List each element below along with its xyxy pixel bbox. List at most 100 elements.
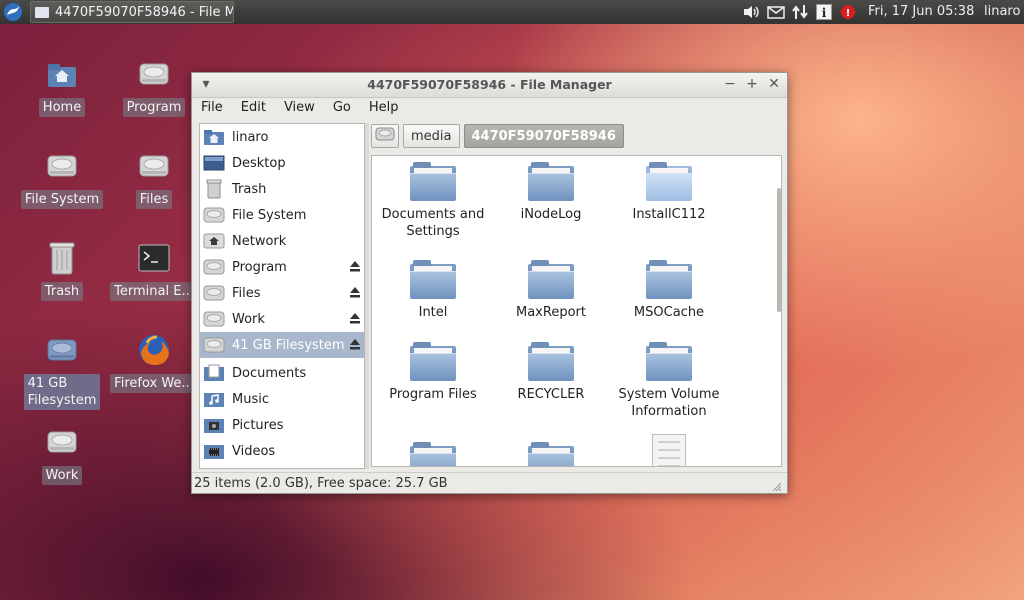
sidebar-item-label: Videos xyxy=(232,443,276,459)
desktop-icon-41gb-filesystem[interactable]: 41 GB Filesystem xyxy=(22,332,102,410)
firefox-icon xyxy=(136,332,172,368)
desktop-icon-label: Terminal E... xyxy=(110,282,198,301)
file-item[interactable] xyxy=(492,442,610,466)
mail-icon[interactable] xyxy=(766,3,786,21)
file-item[interactable] xyxy=(610,434,728,466)
drive-icon xyxy=(136,56,172,92)
pictures-icon xyxy=(202,414,226,436)
menu-view[interactable]: View xyxy=(275,97,324,119)
file-item[interactable]: RECYCLER xyxy=(492,342,610,403)
desktop-icon-home[interactable]: Home xyxy=(22,56,102,117)
update-icon[interactable]: ! xyxy=(838,3,858,21)
sidebar-item-label: Music xyxy=(232,391,269,407)
xfce-menu-icon[interactable] xyxy=(2,2,24,22)
desktop-icon-file-system[interactable]: File System xyxy=(20,148,104,209)
sidebar-item-label: Work xyxy=(232,311,265,327)
sidebar-item-41gb-filesystem[interactable]: 41 GB Filesystem xyxy=(200,332,364,358)
sidebar-item-label: File System xyxy=(232,207,307,223)
drive-icon xyxy=(44,424,80,460)
window-titlebar[interactable]: ▾ 4470F59070F58946 - File Manager − + ✕ xyxy=(192,73,787,98)
file-item-label: RECYCLER xyxy=(517,387,585,402)
sidebar: linaro Desktop Trash File System Network… xyxy=(199,123,365,469)
sidebar-item-documents[interactable]: Documents xyxy=(200,360,364,386)
file-view-scrollbar[interactable] xyxy=(777,188,781,312)
desktop-icon-work[interactable]: Work xyxy=(22,424,102,485)
desktop-icon-program[interactable]: Program xyxy=(114,56,194,117)
home-icon xyxy=(44,56,80,92)
file-item[interactable]: MSOCache xyxy=(610,260,728,321)
path-button-media[interactable]: media xyxy=(403,124,460,148)
videos-icon xyxy=(202,440,226,462)
menu-go[interactable]: Go xyxy=(324,97,360,119)
menu-file[interactable]: File xyxy=(192,97,232,119)
file-view: Documents and Settings iNodeLog InstallC1… xyxy=(371,155,782,467)
desktop-icon-label: Trash xyxy=(40,282,84,301)
window-title: 4470F59070F58946 - File Manager xyxy=(367,77,612,92)
path-button-current[interactable]: 4470F59070F58946 xyxy=(463,124,624,148)
folder-icon xyxy=(410,260,456,299)
drive-icon xyxy=(136,148,172,184)
sidebar-item-linaro[interactable]: linaro xyxy=(200,124,364,150)
sidebar-item-program[interactable]: Program xyxy=(200,254,364,280)
menubar: File Edit View Go Help xyxy=(192,97,787,119)
file-item-label: InstallC112 xyxy=(632,207,706,222)
menu-help[interactable]: Help xyxy=(360,97,408,119)
network-icon[interactable] xyxy=(790,3,810,21)
file-item[interactable]: MaxReport xyxy=(492,260,610,321)
volume-icon[interactable] xyxy=(742,3,762,21)
sidebar-item-network[interactable]: Network xyxy=(200,228,364,254)
maximize-icon[interactable]: + xyxy=(744,76,760,92)
folder-icon xyxy=(410,162,456,201)
sidebar-item-videos[interactable]: Videos xyxy=(200,438,364,464)
minimize-icon[interactable]: − xyxy=(722,76,738,92)
file-item[interactable]: iNodeLog xyxy=(492,162,610,223)
file-item[interactable]: Program Files xyxy=(374,342,492,403)
sidebar-item-label: Files xyxy=(232,285,261,301)
folder-icon xyxy=(528,342,574,381)
desktop-icon-label: File System xyxy=(20,190,104,209)
file-item[interactable]: Intel xyxy=(374,260,492,321)
eject-icon[interactable] xyxy=(349,286,361,300)
drive-icon xyxy=(202,334,226,356)
document-icon xyxy=(652,434,686,466)
file-item[interactable]: System Volume Information xyxy=(610,342,728,420)
desktop-icon-firefox[interactable]: Firefox We... xyxy=(110,332,198,393)
sidebar-item-file-system[interactable]: File System xyxy=(200,202,364,228)
sidebar-item-music[interactable]: Music xyxy=(200,386,364,412)
resize-grip-icon[interactable] xyxy=(773,483,781,491)
sidebar-item-trash[interactable]: Trash xyxy=(200,176,364,202)
panel-clock[interactable]: Fri, 17 Jun 05:38 xyxy=(868,4,974,19)
file-item-label: Intel xyxy=(418,305,448,320)
file-item[interactable]: InstallC112 xyxy=(610,162,728,223)
desktop-icon-terminal[interactable]: Terminal E... xyxy=(110,240,198,301)
eject-icon[interactable] xyxy=(349,312,361,326)
sidebar-item-label: Trash xyxy=(232,181,267,197)
close-icon[interactable]: ✕ xyxy=(766,76,782,92)
desktop-icon-trash[interactable]: Trash xyxy=(22,240,102,301)
status-bar: 25 items (2.0 GB), Free space: 25.7 GB xyxy=(192,472,787,495)
path-root-button[interactable] xyxy=(371,124,399,148)
sidebar-pane-divider[interactable] xyxy=(365,123,369,469)
desktop-icon-label-line: 41 GB xyxy=(27,376,68,391)
folder-icon xyxy=(528,442,574,466)
sidebar-item-work[interactable]: Work xyxy=(200,306,364,332)
eject-icon[interactable] xyxy=(349,260,361,274)
sidebar-item-files[interactable]: Files xyxy=(200,280,364,306)
sidebar-item-label: linaro xyxy=(232,129,269,145)
panel-user[interactable]: linaro xyxy=(984,4,1020,19)
eject-icon[interactable] xyxy=(349,338,361,352)
file-item[interactable] xyxy=(374,442,492,466)
desktop-icon-files[interactable]: Files xyxy=(114,148,194,209)
taskbar-window-button[interactable]: 4470F59070F58946 - File Ma... xyxy=(30,1,234,23)
menu-edit[interactable]: Edit xyxy=(232,97,275,119)
file-item[interactable]: Documents and Settings xyxy=(374,162,492,240)
sidebar-item-label: 41 GB Filesystem xyxy=(232,337,345,353)
sidebar-item-pictures[interactable]: Pictures xyxy=(200,412,364,438)
desktop-icon xyxy=(202,152,226,174)
svg-text:!: ! xyxy=(846,8,851,19)
info-icon[interactable]: i xyxy=(814,3,834,21)
sidebar-item-desktop[interactable]: Desktop xyxy=(200,150,364,176)
folder-icon xyxy=(528,162,574,201)
folder-icon xyxy=(528,260,574,299)
file-item-label: System Volume Information xyxy=(618,387,720,419)
